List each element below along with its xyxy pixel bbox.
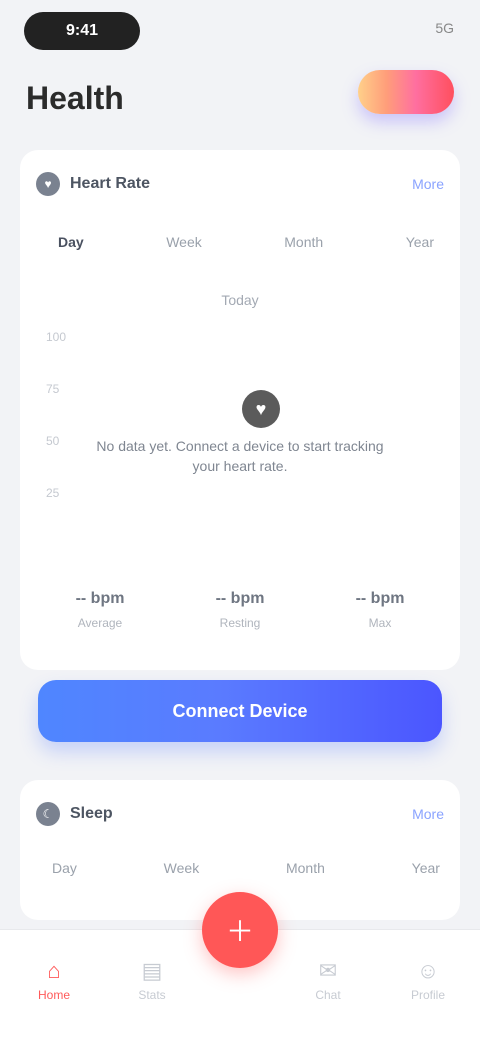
tab-month[interactable]: Month — [286, 860, 325, 876]
tab-day[interactable]: Day — [52, 230, 90, 254]
period-tabs: Day Week Month Year — [52, 860, 440, 876]
heart-icon: ♥ — [36, 172, 60, 196]
nav-label: Stats — [138, 988, 166, 1002]
profile-icon: ☺ — [416, 958, 440, 983]
status-time: 9:41 — [65, 22, 99, 39]
period-tabs: Day Week Month Year — [52, 230, 440, 254]
home-icon: ⌂ — [47, 958, 61, 983]
nav-label: Chat — [315, 988, 341, 1002]
axis-label: 25 — [46, 486, 60, 500]
stat-value: -- bpm — [215, 590, 265, 607]
more-link[interactable]: More — [412, 806, 444, 822]
stats-row: -- bpm Average -- bpm Resting -- bpm Max — [40, 590, 440, 630]
axis-label: 50 — [46, 434, 60, 448]
heart-rate-card: ♥ Heart Rate More Day Week Month Year To… — [20, 150, 460, 670]
tab-year[interactable]: Year — [400, 230, 440, 254]
nav-stats[interactable]: ▤ Stats — [122, 958, 182, 1002]
stat-resting: -- bpm Resting — [180, 590, 300, 630]
card-header: ☾ Sleep More — [36, 800, 444, 828]
stat-value: -- bpm — [355, 590, 405, 607]
avatar[interactable] — [358, 70, 454, 114]
bottom-nav: ⌂ Home ▤ Stats ＋ ✉ Chat ☺ Profile — [0, 892, 480, 1040]
axis-label: 100 — [46, 330, 67, 344]
chat-icon: ✉ — [318, 958, 338, 983]
status-network: 5G — [435, 20, 454, 36]
card-title: Heart Rate — [70, 175, 151, 192]
empty-state-icon: ♥ — [242, 390, 280, 428]
tab-week[interactable]: Week — [160, 230, 208, 254]
add-button[interactable]: ＋ — [202, 892, 278, 968]
stat-label: Max — [368, 616, 392, 630]
page-title: Health — [26, 80, 124, 116]
plus-icon: ＋ — [225, 916, 254, 947]
nav-chat[interactable]: ✉ Chat — [298, 958, 358, 1002]
empty-state-text: No data yet. Connect a device to start t… — [96, 438, 384, 474]
nav-home[interactable]: ⌂ Home — [24, 958, 84, 1002]
stats-icon: ▤ — [141, 958, 163, 983]
stat-max: -- bpm Max — [320, 590, 440, 630]
moon-icon: ☾ — [36, 802, 60, 826]
nav-label: Home — [37, 988, 70, 1002]
stat-value: -- bpm — [75, 590, 125, 607]
card-header: ♥ Heart Rate More — [36, 170, 444, 198]
tab-week[interactable]: Week — [164, 860, 200, 876]
nav-label: Profile — [410, 988, 445, 1002]
more-link[interactable]: More — [412, 176, 444, 192]
connect-device-button[interactable]: Connect Device — [38, 680, 442, 742]
tab-month[interactable]: Month — [278, 230, 329, 254]
stat-average: -- bpm Average — [40, 590, 160, 630]
tab-day[interactable]: Day — [52, 860, 77, 876]
axis-label: 75 — [46, 382, 60, 396]
card-title: Sleep — [70, 805, 113, 822]
stat-label: Resting — [219, 616, 261, 630]
date-label: Today — [221, 292, 259, 308]
nav-profile[interactable]: ☺ Profile — [398, 958, 458, 1002]
tab-year[interactable]: Year — [412, 860, 440, 876]
stat-label: Average — [77, 616, 123, 630]
